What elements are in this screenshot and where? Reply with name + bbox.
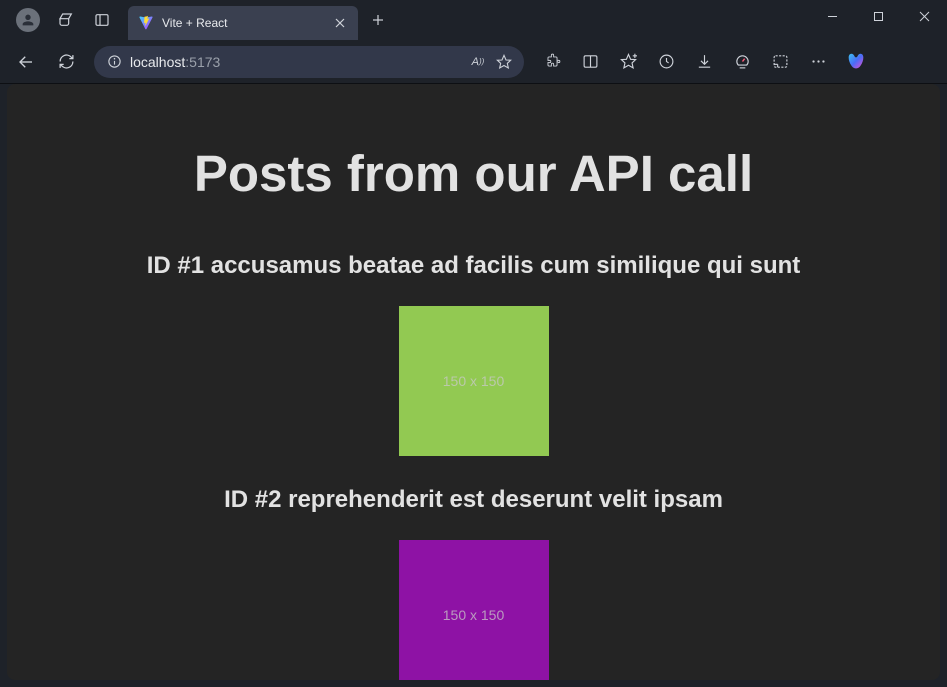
address-bar[interactable]: localhost:5173 A))	[94, 46, 524, 78]
post-item: ID #1 accusamus beatae ad facilis cum si…	[7, 252, 940, 456]
history-icon[interactable]	[648, 46, 684, 78]
url-port: :5173	[185, 54, 220, 70]
thumb-dimensions-label: 150 x 150	[443, 373, 505, 389]
page-heading: Posts from our API call	[7, 146, 940, 202]
tab-close-icon[interactable]	[332, 15, 348, 31]
titlebar: Vite + React	[0, 0, 947, 40]
new-tab-button[interactable]	[364, 6, 392, 34]
close-button[interactable]	[901, 0, 947, 32]
back-button[interactable]	[8, 46, 44, 78]
tab-title: Vite + React	[162, 16, 324, 30]
maximize-button[interactable]	[855, 0, 901, 32]
performance-icon[interactable]	[724, 46, 760, 78]
toolbar: localhost:5173 A))	[0, 40, 947, 84]
read-aloud-icon[interactable]: A))	[470, 54, 486, 70]
site-info-icon[interactable]	[106, 54, 122, 70]
post-title: ID #2 reprehenderit est deserunt velit i…	[7, 486, 940, 514]
post-item: ID #2 reprehenderit est deserunt velit i…	[7, 486, 940, 680]
refresh-button[interactable]	[48, 46, 84, 78]
url-host: localhost	[130, 54, 185, 70]
tab-actions-icon[interactable]	[86, 4, 118, 36]
thumb-dimensions-label: 150 x 150	[443, 607, 505, 623]
post-thumbnail: 150 x 150	[399, 306, 549, 456]
menu-icon[interactable]	[800, 46, 836, 78]
workspaces-icon[interactable]	[50, 4, 82, 36]
copilot-icon[interactable]	[838, 46, 874, 78]
favorites-icon[interactable]	[610, 46, 646, 78]
minimize-button[interactable]	[809, 0, 855, 32]
favorite-icon[interactable]	[496, 54, 512, 70]
downloads-icon[interactable]	[686, 46, 722, 78]
post-title: ID #1 accusamus beatae ad facilis cum si…	[7, 252, 940, 280]
vite-favicon-icon	[138, 15, 154, 31]
post-thumbnail: 150 x 150	[399, 540, 549, 680]
page-content[interactable]: Posts from our API call ID #1 accusamus …	[7, 84, 940, 680]
profile-avatar[interactable]	[16, 8, 40, 32]
browser-tab[interactable]: Vite + React	[128, 6, 358, 40]
split-screen-icon[interactable]	[572, 46, 608, 78]
extensions-icon[interactable]	[534, 46, 570, 78]
window-controls	[809, 0, 947, 40]
page-viewport: Posts from our API call ID #1 accusamus …	[7, 84, 940, 680]
url-text: localhost:5173	[130, 54, 462, 70]
screenshot-icon[interactable]	[762, 46, 798, 78]
